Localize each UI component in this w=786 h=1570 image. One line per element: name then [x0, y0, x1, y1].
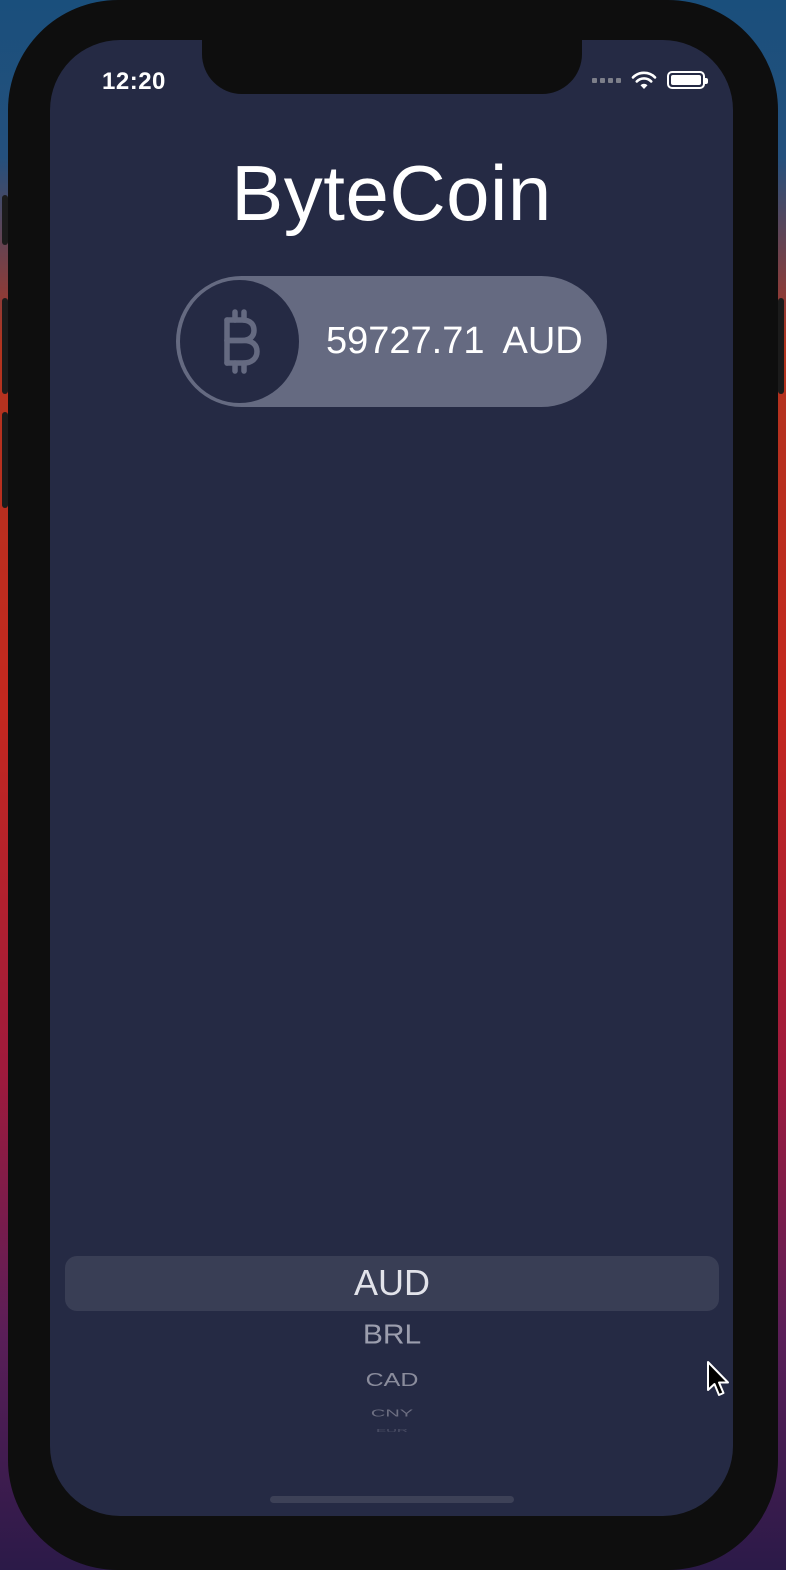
currency-picker[interactable]: AUD BRL CAD CNY EUR [65, 1252, 719, 1433]
signal-icon [592, 77, 621, 83]
side-button-volume-down [2, 412, 8, 508]
rate-text: 59727.71 AUD [326, 320, 583, 363]
status-icons [592, 70, 708, 90]
bitcoin-icon [223, 308, 260, 374]
app-screen: 12:20 ByteCoin 59727.71 AUD AUD BRL CAD … [50, 40, 733, 1516]
battery-icon [667, 71, 708, 89]
coin-badge [180, 280, 299, 403]
home-indicator[interactable] [270, 1496, 514, 1503]
wifi-icon [631, 71, 657, 89]
side-button-volume-up [2, 298, 8, 394]
app-title: ByteCoin [231, 149, 552, 237]
rate-currency: AUD [502, 320, 583, 362]
side-button-power [778, 298, 784, 394]
status-time: 12:20 [102, 68, 166, 95]
picker-option-brl[interactable]: BRL [65, 1319, 719, 1350]
side-button-silent [2, 195, 8, 245]
picker-option-aud[interactable]: AUD [65, 1262, 719, 1304]
notch [202, 40, 582, 94]
picker-option-cad[interactable]: CAD [65, 1370, 719, 1391]
picker-option-cny[interactable]: CNY [65, 1408, 719, 1420]
rate-value: 59727.71 [326, 320, 485, 362]
mouse-cursor-icon [707, 1361, 729, 1396]
rate-display: 59727.71 AUD [176, 276, 607, 407]
picker-option-eur[interactable]: EUR [65, 1428, 719, 1433]
